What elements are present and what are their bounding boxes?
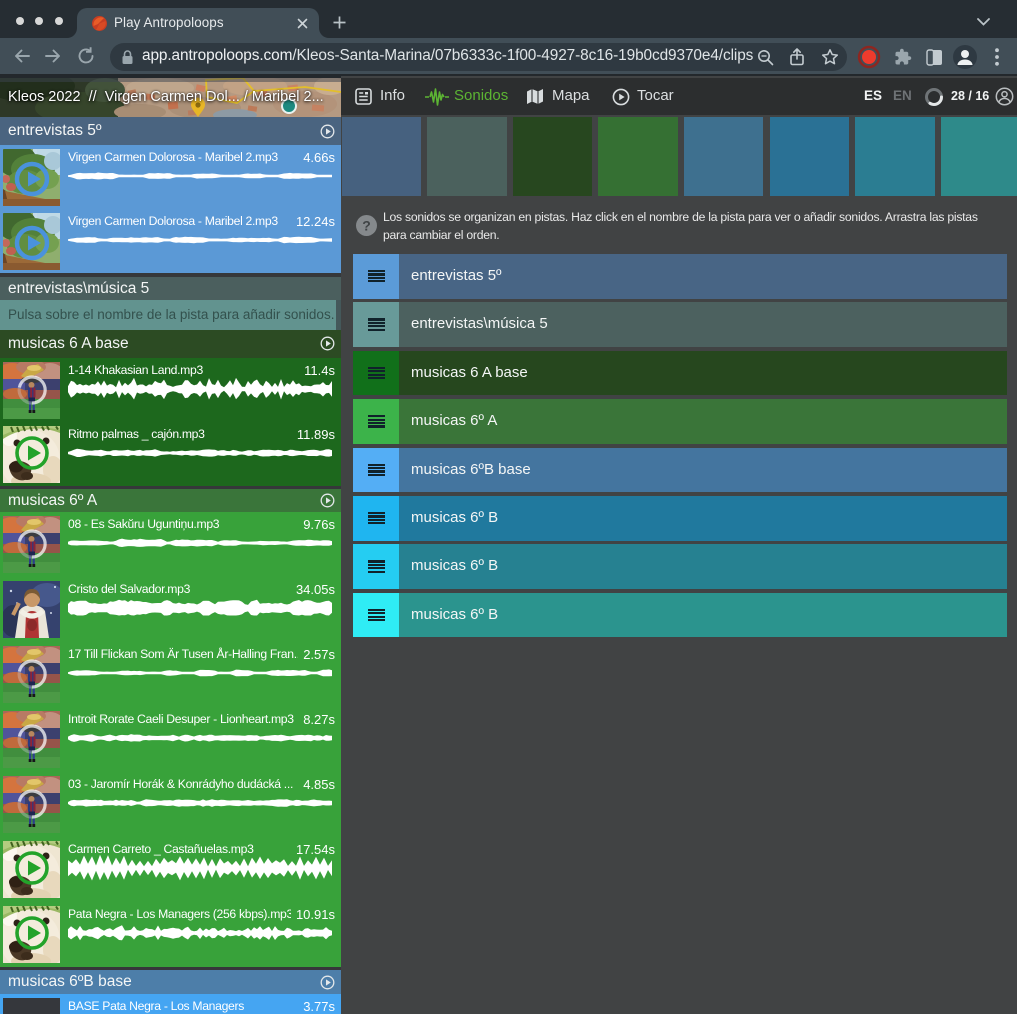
svg-text:?: ? [362, 218, 371, 234]
